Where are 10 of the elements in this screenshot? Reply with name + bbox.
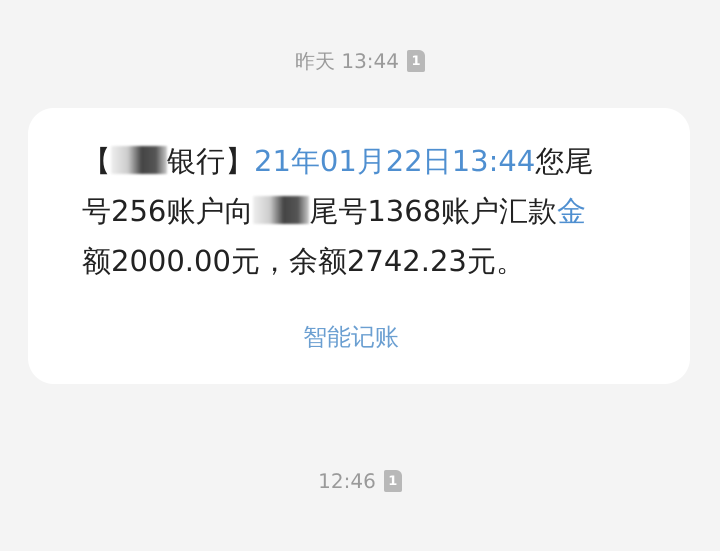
message-link[interactable]: 金	[557, 194, 586, 228]
sim-card-icon: 1	[407, 50, 425, 72]
timestamp: 12:46	[318, 469, 376, 493]
timestamp: 昨天 13:44	[295, 48, 399, 74]
message-text: 【 银行】21年01月22日13:44您尾号256账户向 尾号1368账户汇款金 额2000.00元，余额2742.23元。	[82, 143, 594, 280]
redaction-blur	[253, 196, 310, 224]
sim-card-icon: 1	[384, 470, 402, 492]
message-link[interactable]: 21年01月22日13:44	[254, 144, 536, 178]
smart-bookkeeping-button[interactable]: 智能记账	[297, 320, 405, 354]
redaction-blur	[111, 146, 167, 174]
